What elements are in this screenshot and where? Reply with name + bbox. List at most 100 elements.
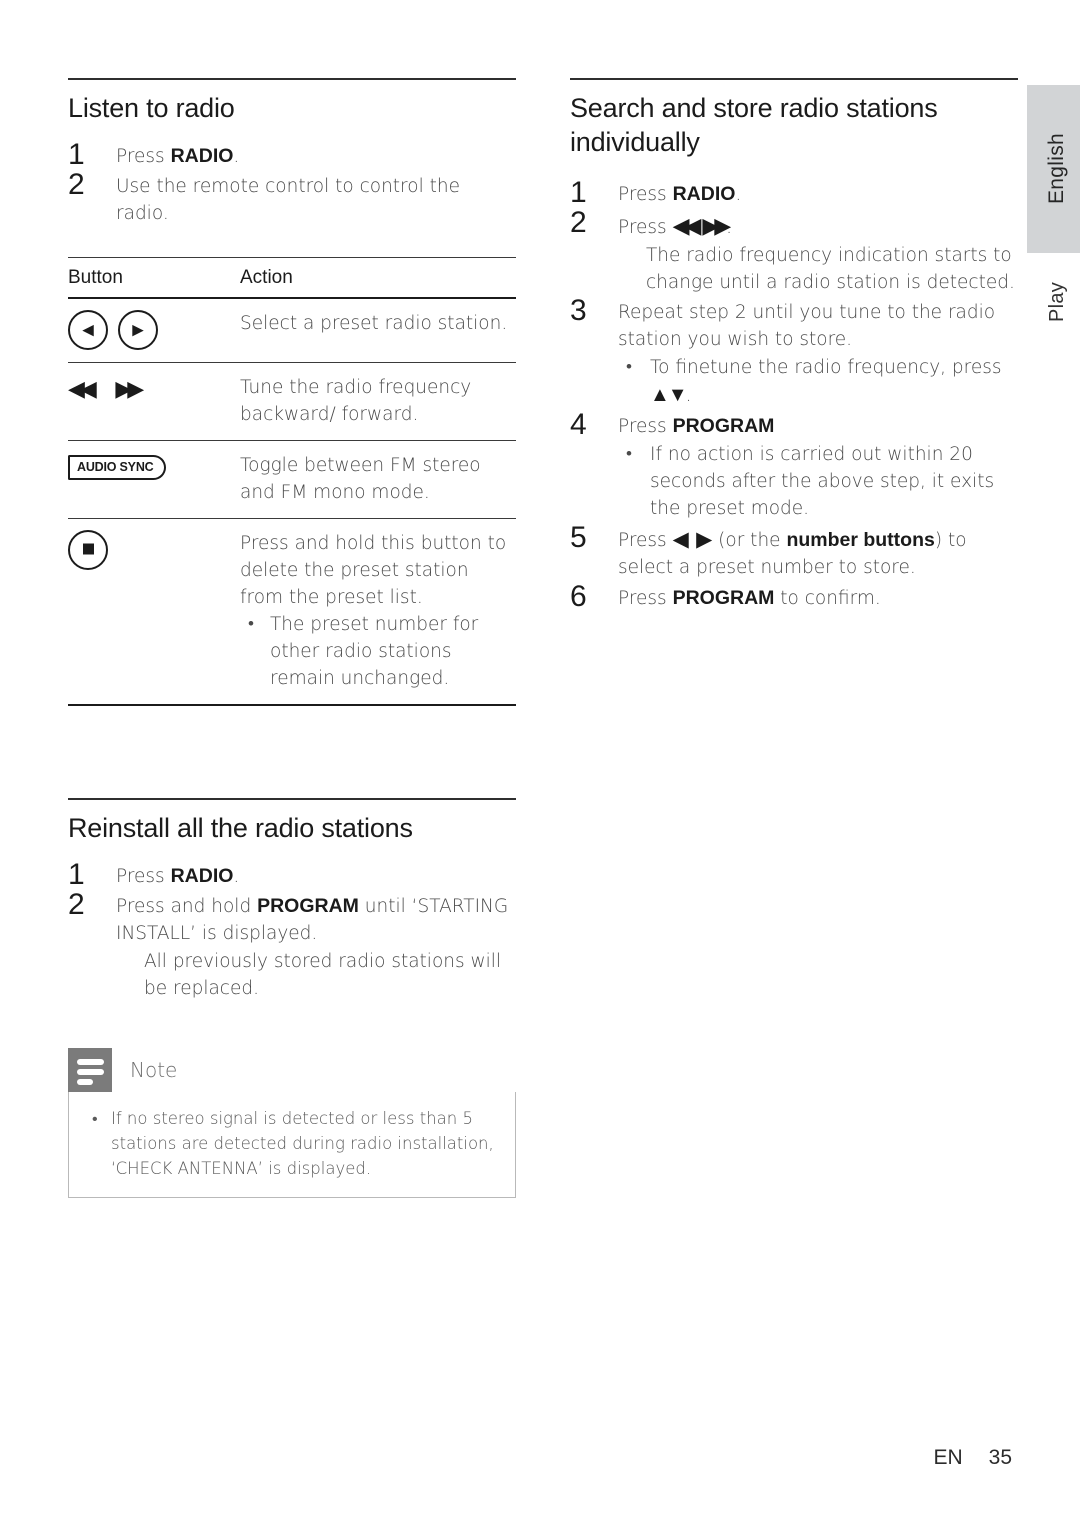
section-rule [68,78,516,80]
button-name-radio: RADIO [170,145,234,167]
button-name-radio: RADIO [672,183,736,205]
list-item: 2 Press ◀◀ ▶▶. The radio frequency indic… [570,206,1018,296]
table-row: ◀◀ ▶▶ Tune the radio frequency backward/… [68,362,516,441]
button-action-table: Button Action ◀ ▶ Select a preset radio s… [68,257,516,706]
step-number: 4 [570,408,587,441]
fast-forward-icon: ▶▶ [702,214,731,239]
button-cell: ◀◀ ▶▶ [68,362,240,441]
step-number: 6 [570,580,587,613]
step-text-pre: Press and hold [116,896,258,917]
note-title: Note [130,1058,178,1082]
column-header-action: Action [240,257,516,299]
step-text: Press RADIO. [116,865,240,887]
manual-page: Listen to radio 1 Press RADIO. 2 Use the… [0,0,1080,1527]
page-footer: EN 35 [0,1446,1012,1470]
step-text-mid: (or the [712,530,787,551]
page-title-reinstall-stations: Reinstall all the radio stations [68,813,413,843]
rewind-icon: ◀◀ [68,377,97,402]
step-number: 3 [570,294,587,327]
button-cell [68,518,240,706]
previous-track-icon: ◀ [672,527,689,551]
step-text-pre: Press [116,146,171,167]
list-item: 6 Press PROGRAM to confirm. [570,580,1018,613]
list-item: 5 Press ◀ ▶ (or the number buttons) to s… [570,521,1018,581]
listen-steps-list: 1 Press RADIO. 2 Use the remote control … [68,138,516,227]
list-item: 3 Repeat step 2 until you tune to the ra… [570,294,1018,409]
next-track-icon: ▶ [696,527,713,551]
list-item: 4 Press PROGRAM If no action is carried … [570,408,1018,522]
step-text-post: . [735,184,742,205]
button-cell: AUDIO SYNC [68,440,240,519]
section-rule [570,78,1018,80]
page-title-search-and-store: Search and store radio stations individu… [570,93,938,157]
fast-forward-icon: ▶▶ [115,377,144,402]
search-steps-list: 1 Press RADIO. 2 Press ◀◀ ▶▶. The radio … [570,176,1018,613]
step-text: Press PROGRAM [618,415,775,437]
step-text-pre: Press [618,530,673,551]
table-header-row: Button Action [68,257,516,299]
side-tab-chapter: Play [1027,262,1080,342]
step-text: Press RADIO. [116,145,240,167]
action-text: Toggle between FM stereo and FM mono mod… [240,455,481,503]
footer-language-code: EN [933,1446,963,1469]
step-text: Press ◀◀ ▶▶. [618,214,733,239]
action-text: Select a preset radio station. [240,313,508,334]
reinstall-steps-list: 1 Press RADIO. 2 Press and hold PROGRAM … [68,858,516,1002]
button-name-radio: RADIO [170,865,234,887]
step-text-pre: Press [618,416,673,437]
list-item: 2 Press and hold PROGRAM until ‘STARTING… [68,888,516,1002]
note-item: If no stereo signal is detected or less … [85,1106,499,1181]
up-down-arrows-icon: ▲▼ [650,382,688,406]
action-cell: Press and hold this button to delete the… [240,518,516,706]
list-item: 1 Press RADIO. [68,138,516,171]
step-text-post: to confirm. [774,588,881,609]
column-header-button: Button [68,257,240,299]
step-number: 2 [570,206,587,239]
table-row: AUDIO SYNC Toggle between FM stereo and … [68,440,516,519]
action-sub-bullet: The preset number for other radio statio… [240,611,516,692]
step-number: 1 [570,176,587,209]
note-icon [68,1048,112,1092]
action-cell: Toggle between FM stereo and FM mono mod… [240,440,516,519]
action-text: Press and hold this button to delete the… [240,533,507,608]
side-tab-language-label: English [1045,133,1068,205]
rewind-icon: ◀◀ [672,214,702,239]
step-text: Repeat step 2 until you tune to the radi… [618,302,996,350]
side-tab-language: English [1027,85,1080,253]
step-text-post: . [233,146,240,167]
step-text-pre: Press [618,217,673,238]
step-sub-note: The radio frequency indication starts to… [646,245,1015,293]
step-text-post: . [233,866,240,887]
list-item: 1 Press RADIO. [570,176,1018,209]
step-number: 1 [68,138,85,171]
note-header: Note [68,1048,516,1092]
side-tab-chapter-label: Play [1046,281,1068,323]
step-number: 1 [68,858,85,891]
step-text-pre: Press [116,866,171,887]
step-number: 2 [68,168,85,201]
step-text: Press PROGRAM to confirm. [618,587,881,609]
sub-bullet-pre: To finetune the radio frequency, press [650,357,1002,378]
stop-icon [68,530,108,570]
section-rule [68,798,516,800]
action-cell: Select a preset radio station. [240,298,516,363]
step-text: Press ◀ ▶ (or the number buttons) to sel… [618,527,967,578]
page-title-listen-to-radio: Listen to radio [68,93,235,123]
step-text: Press and hold PROGRAM until ‘STARTING I… [116,895,508,944]
note-box: Note If no stereo signal is detected or … [68,1048,516,1198]
left-column: Listen to radio 1 Press RADIO. 2 Use the… [68,78,516,1198]
button-name-program: PROGRAM [672,415,775,437]
list-item: 1 Press RADIO. [68,858,516,891]
step-text-pre: Press [618,184,673,205]
button-name-program: PROGRAM [257,895,359,917]
next-track-icon: ▶ [118,310,158,350]
note-body: If no stereo signal is detected or less … [68,1092,516,1198]
table-row: ◀ ▶ Select a preset radio station. [68,298,516,363]
step-number: 5 [570,521,587,554]
step-sub-bullet: If no action is carried out within 20 se… [618,441,1018,522]
button-name-number-buttons: number buttons [786,529,935,551]
action-text: Tune the radio frequency backward/ forwa… [240,377,472,425]
step-text-post: . [726,217,733,238]
step-text: Use the remote control to control the ra… [116,176,460,224]
table-row: Press and hold this button to delete the… [68,518,516,706]
